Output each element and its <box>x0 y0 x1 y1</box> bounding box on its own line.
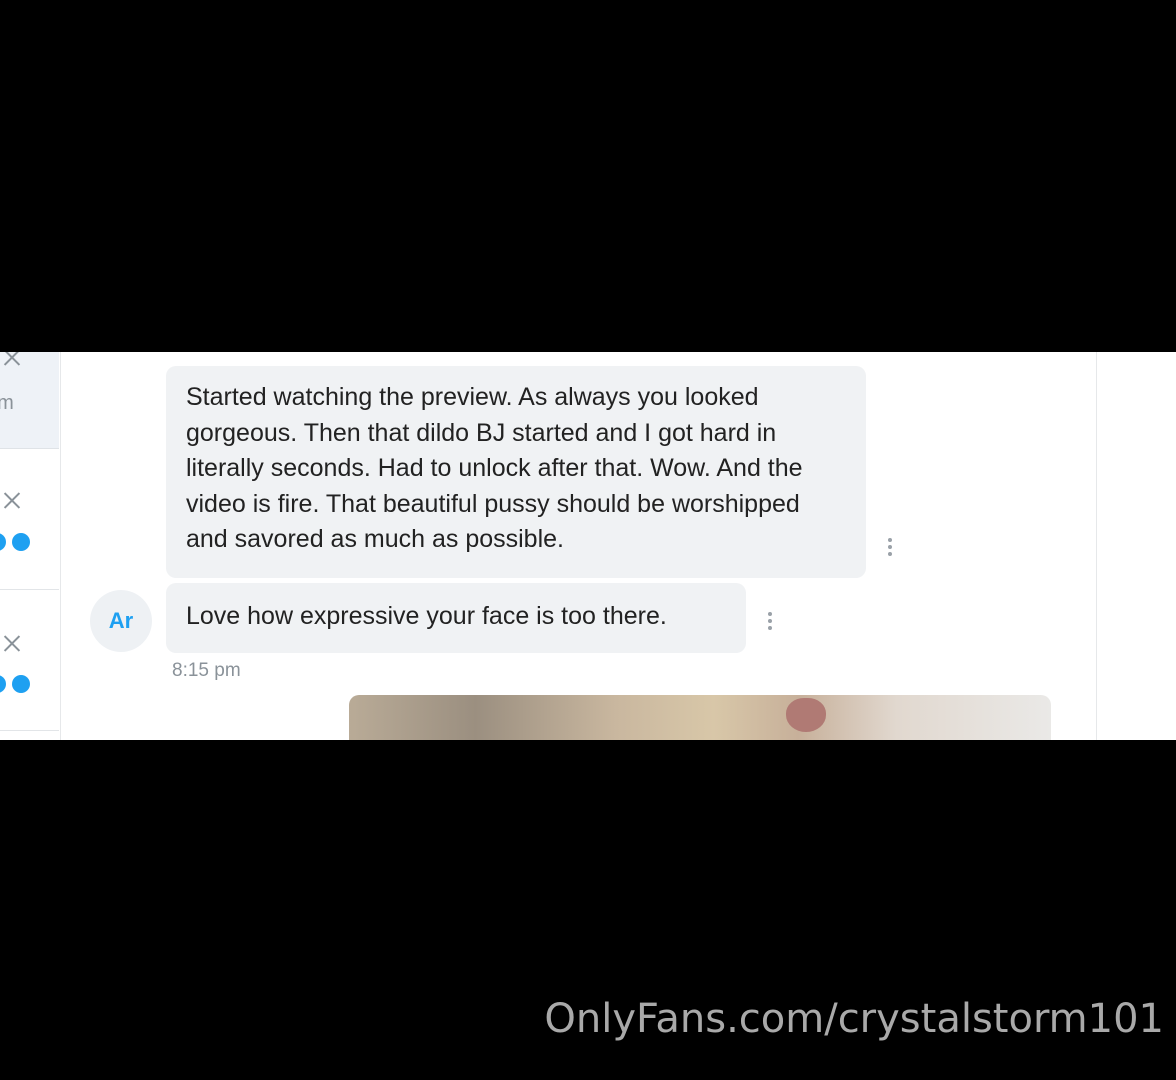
watermark: OnlyFans.com/crystalstorm101 <box>544 996 1164 1042</box>
conversation-item-active[interactable]: am <box>0 352 59 449</box>
unread-dot-icon <box>12 533 30 551</box>
photo-detail <box>786 698 826 732</box>
conversation-time: am <box>0 392 14 414</box>
avatar-edge <box>0 533 6 551</box>
media-attachment[interactable] <box>349 695 1051 740</box>
unread-dot-icon <box>12 675 30 693</box>
divider <box>1096 352 1097 740</box>
conversation-item[interactable] <box>0 449 59 590</box>
message-text: Love how expressive your face is too the… <box>186 602 667 630</box>
close-icon[interactable] <box>3 491 21 509</box>
conversation-list: am <box>0 352 61 740</box>
message-bubble[interactable]: Started watching the preview. As always … <box>166 366 866 578</box>
more-options-icon[interactable] <box>767 612 773 634</box>
message-text: Started watching the preview. As always … <box>186 383 803 553</box>
close-icon[interactable] <box>3 352 21 366</box>
close-icon[interactable] <box>3 634 21 652</box>
message-timestamp: 8:15 pm <box>172 660 241 681</box>
more-options-icon[interactable] <box>887 538 893 560</box>
avatar[interactable]: Ar <box>90 590 152 652</box>
chat-screenshot: am Started watching the preview. As alwa… <box>0 352 1176 740</box>
conversation-item[interactable] <box>0 590 59 731</box>
avatar-edge <box>0 675 6 693</box>
message-bubble[interactable]: Love how expressive your face is too the… <box>166 583 746 653</box>
